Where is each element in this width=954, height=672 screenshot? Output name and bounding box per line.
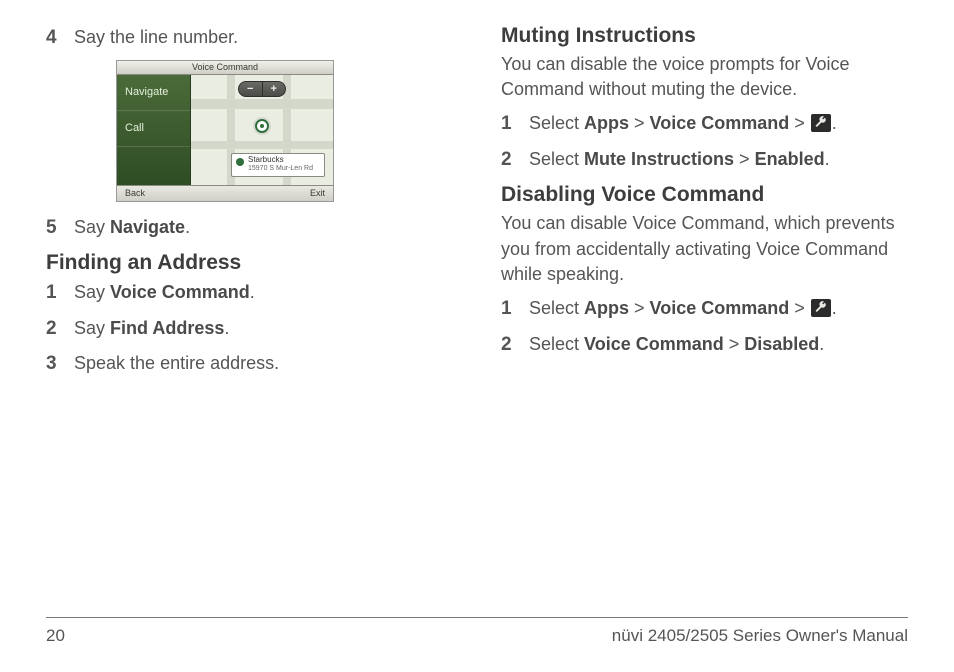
step-text: Select Apps > Voice Command > . — [529, 110, 908, 136]
muting-heading: Muting Instructions — [501, 24, 908, 48]
step-number: 1 — [501, 295, 529, 323]
device-location-callout: Starbucks 15970 S Mur-Len Rd — [231, 153, 325, 176]
step-number: 2 — [46, 315, 74, 343]
step-number: 1 — [501, 110, 529, 138]
device-menu-navigate: Navigate — [117, 75, 190, 111]
muting-step-2: 2 Select Mute Instructions > Enabled. — [501, 146, 908, 174]
step-number: 2 — [501, 331, 529, 359]
device-map: − + Starbucks 15970 S Mur-Len Rd — [191, 75, 333, 185]
muting-intro: You can disable the voice prompts for Vo… — [501, 52, 908, 102]
page-number: 20 — [46, 626, 65, 646]
device-side-menu: Navigate Call — [117, 75, 191, 185]
device-title-bar: Voice Command — [117, 61, 333, 75]
wrench-icon — [811, 299, 831, 317]
step-number: 3 — [46, 350, 74, 378]
step-text: Select Voice Command > Disabled. — [529, 331, 908, 357]
step-text: Speak the entire address. — [74, 350, 453, 376]
finding-address-heading: Finding an Address — [46, 251, 453, 275]
device-map-pin-icon — [255, 119, 269, 133]
step-number: 2 — [501, 146, 529, 174]
disabling-heading: Disabling Voice Command — [501, 183, 908, 207]
disabling-step-1: 1 Select Apps > Voice Command > . — [501, 295, 908, 323]
device-screenshot: Voice Command Navigate Call − + — [116, 60, 334, 202]
step-text: Select Apps > Voice Command > . — [529, 295, 908, 321]
device-bottom-bar: Back Exit — [117, 185, 333, 201]
zoom-out-icon: − — [239, 82, 263, 96]
step-4: 4 Say the line number. — [46, 24, 453, 52]
step-text: Say Find Address. — [74, 315, 453, 341]
finding-step-1: 1 Say Voice Command. — [46, 279, 453, 307]
device-back-label: Back — [125, 186, 145, 201]
device-exit-label: Exit — [310, 186, 325, 201]
wrench-icon — [811, 114, 831, 132]
device-zoom-control: − + — [238, 81, 286, 97]
device-menu-call: Call — [117, 111, 190, 147]
muting-step-1: 1 Select Apps > Voice Command > . — [501, 110, 908, 138]
step-number: 4 — [46, 24, 74, 52]
step-text: Say Voice Command. — [74, 279, 453, 305]
disabling-step-2: 2 Select Voice Command > Disabled. — [501, 331, 908, 359]
step-number: 1 — [46, 279, 74, 307]
finding-step-2: 2 Say Find Address. — [46, 315, 453, 343]
callout-name: Starbucks — [248, 156, 320, 165]
manual-title: nüvi 2405/2505 Series Owner's Manual — [612, 626, 908, 646]
step-text: Say the line number. — [74, 24, 453, 50]
step-text: Select Mute Instructions > Enabled. — [529, 146, 908, 172]
step-5: 5 Say Navigate. — [46, 214, 453, 242]
finding-step-3: 3 Speak the entire address. — [46, 350, 453, 378]
page-footer: 20 nüvi 2405/2505 Series Owner's Manual — [46, 617, 908, 646]
disabling-intro: You can disable Voice Command, which pre… — [501, 211, 908, 287]
zoom-in-icon: + — [263, 82, 286, 96]
left-column: 4 Say the line number. Voice Command Nav… — [46, 24, 453, 386]
step-number: 5 — [46, 214, 74, 242]
step-text: Say Navigate. — [74, 214, 453, 240]
callout-dot-icon — [236, 158, 244, 166]
callout-address: 15970 S Mur-Len Rd — [248, 165, 320, 173]
right-column: Muting Instructions You can disable the … — [501, 24, 908, 386]
